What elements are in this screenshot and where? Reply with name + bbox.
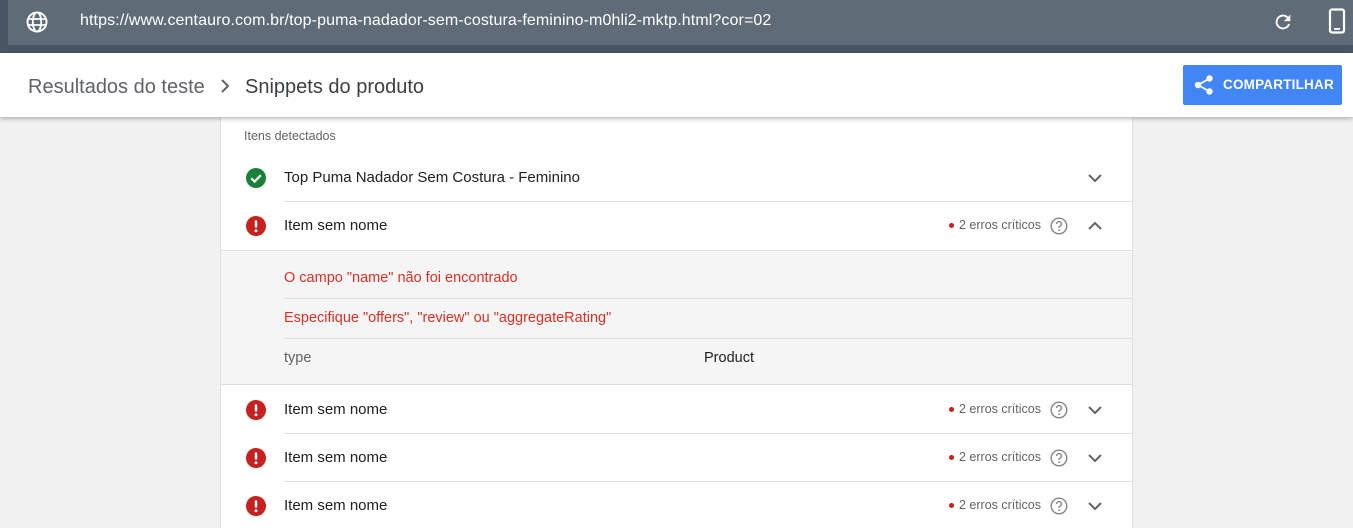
share-icon: [1194, 75, 1213, 95]
error-count: 2 erros críticos: [959, 498, 1041, 512]
error-dot-icon: [949, 223, 954, 228]
chevron-down-icon[interactable]: [1087, 171, 1103, 185]
help-icon[interactable]: [1050, 497, 1068, 515]
url-text[interactable]: https://www.centauro.com.br/top-puma-nad…: [80, 12, 771, 30]
property-key: type: [284, 350, 312, 366]
mobile-device-icon[interactable]: [1325, 8, 1349, 34]
detail-divider: [284, 298, 1132, 299]
chevron-down-icon[interactable]: [1087, 499, 1103, 513]
breadcrumb-parent[interactable]: Resultados do teste: [28, 76, 205, 99]
detected-item-row[interactable]: Item sem nome 2 erros críticos: [221, 202, 1132, 250]
share-button[interactable]: COMPARTILHAR: [1183, 65, 1342, 105]
error-icon: [246, 400, 266, 420]
chevron-right-icon: [221, 79, 230, 93]
error-dot-icon: [949, 407, 954, 412]
item-label: Item sem nome: [284, 497, 388, 514]
detail-divider: [284, 338, 1132, 339]
item-label: Item sem nome: [284, 449, 388, 466]
error-icon: [246, 448, 266, 468]
address-bar: https://www.centauro.com.br/top-puma-nad…: [0, 0, 1353, 53]
error-icon: [246, 216, 266, 236]
error-message: O campo "name" não foi encontrado: [284, 270, 518, 286]
error-dot-icon: [949, 503, 954, 508]
error-message: Especifique "offers", "review" ou "aggre…: [284, 310, 612, 326]
page-header: Resultados do teste Snippets do produto …: [0, 53, 1353, 117]
chevron-down-icon[interactable]: [1087, 451, 1103, 465]
property-value: Product: [704, 350, 754, 366]
item-label: Item sem nome: [284, 217, 388, 234]
error-count: 2 erros críticos: [959, 218, 1041, 232]
detected-item-row[interactable]: Item sem nome 2 erros críticos: [221, 434, 1132, 482]
item-detail-panel: O campo "name" não foi encontrado Especi…: [221, 250, 1132, 385]
error-count: 2 erros críticos: [959, 450, 1041, 464]
section-title: Itens detectados: [244, 129, 336, 143]
chevron-down-icon[interactable]: [1087, 403, 1103, 417]
globe-icon: [26, 11, 48, 33]
help-icon[interactable]: [1050, 217, 1068, 235]
item-label: Top Puma Nadador Sem Costura - Feminino: [284, 169, 580, 186]
url-field[interactable]: https://www.centauro.com.br/top-puma-nad…: [8, 0, 1353, 45]
chevron-up-icon[interactable]: [1087, 219, 1103, 233]
check-circle-icon: [246, 168, 266, 188]
page-title: Snippets do produto: [245, 76, 425, 98]
error-icon: [246, 496, 266, 516]
detected-items-card: Itens detectados Top Puma Nadador Sem Co…: [220, 117, 1133, 528]
share-label: COMPARTILHAR: [1223, 77, 1334, 92]
help-icon[interactable]: [1050, 449, 1068, 467]
help-icon[interactable]: [1050, 401, 1068, 419]
detected-item-row[interactable]: Top Puma Nadador Sem Costura - Feminino: [221, 154, 1132, 202]
detected-item-row[interactable]: Item sem nome 2 erros críticos: [221, 482, 1132, 528]
reload-icon[interactable]: [1272, 11, 1294, 33]
item-label: Item sem nome: [284, 401, 388, 418]
error-count: 2 erros críticos: [959, 402, 1041, 416]
detected-item-row[interactable]: Item sem nome 2 erros críticos: [221, 386, 1132, 434]
error-dot-icon: [949, 455, 954, 460]
